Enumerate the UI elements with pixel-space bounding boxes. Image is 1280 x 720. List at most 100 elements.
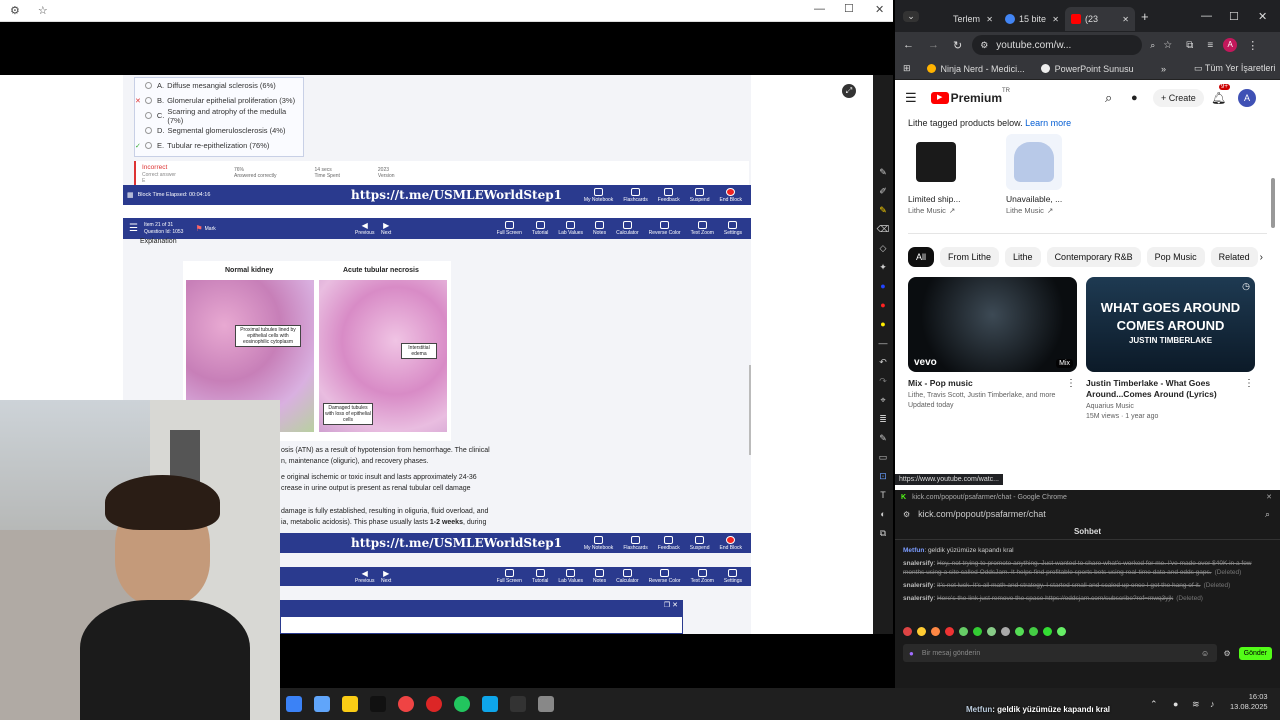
chat-username[interactable]: snalersify — [903, 582, 933, 589]
chips-next-icon[interactable]: › — [1259, 251, 1263, 263]
chat-username[interactable]: Metfun — [903, 547, 924, 554]
notifications-icon[interactable]: 🔔︎ — [1211, 91, 1226, 105]
line-icon[interactable]: — — [879, 338, 888, 357]
yt-scrollbar[interactable] — [1271, 178, 1275, 228]
settings-icon[interactable] — [314, 696, 330, 712]
reload-icon[interactable]: ↻ — [953, 39, 962, 52]
snip-icon[interactable] — [538, 696, 554, 712]
banner-button[interactable]: Flashcards — [623, 187, 648, 203]
nav-tool-button[interactable]: Tutorial — [532, 569, 548, 584]
video-title[interactable]: Mix - Pop music — [908, 378, 1078, 389]
prev-button[interactable]: ◀ Previous — [355, 221, 374, 236]
next-button-2[interactable]: ▶ Next — [381, 569, 391, 584]
color-blue-icon[interactable]: ● — [880, 281, 885, 300]
apps-icon[interactable]: ⊞ — [903, 63, 911, 74]
bookmark-star-icon[interactable]: ☆ — [1163, 40, 1172, 51]
color-red-icon[interactable]: ● — [880, 300, 885, 319]
explorer-icon[interactable] — [342, 696, 358, 712]
filter-chip[interactable]: From Lithe — [940, 247, 1000, 267]
browser-tab[interactable]: (23 ✕ — [1065, 7, 1135, 31]
nav-tool-button[interactable]: Lab Values — [558, 569, 583, 584]
ruler-icon[interactable]: ▭ — [879, 452, 888, 471]
win-max-icon[interactable]: ☐ — [1229, 10, 1239, 23]
yt-menu-icon[interactable]: ☰ — [905, 90, 917, 106]
emote-icon[interactable] — [1057, 626, 1066, 636]
scrollbar[interactable] — [749, 365, 751, 455]
clock-icon[interactable]: ◷ — [1242, 281, 1250, 292]
nav-tool-button[interactable]: Calculator — [616, 569, 639, 584]
mask-icon[interactable]: ◐ — [880, 509, 885, 528]
clock[interactable]: 16:03 13.08.2025 — [1230, 692, 1268, 712]
popup-close-icon[interactable]: ✕ — [672, 602, 678, 609]
tab-close-icon[interactable]: ✕ — [1052, 15, 1059, 24]
app-blue-icon[interactable] — [482, 696, 498, 712]
filter-chip[interactable]: All — [908, 247, 935, 267]
tray-chevron-icon[interactable]: ⌃ — [1150, 699, 1158, 710]
browser-tab[interactable]: 15 bite ✕ — [999, 7, 1065, 31]
chat-input[interactable]: ● Bir mesaj gönderin ☺ — [903, 644, 1218, 662]
start-icon[interactable] — [286, 696, 302, 712]
maximize-icon[interactable]: ☐ — [844, 2, 854, 15]
obs-icon[interactable] — [510, 696, 526, 712]
media-icon[interactable]: ≡ — [1207, 40, 1213, 51]
nav-tool-button[interactable]: Text Zoom — [691, 569, 714, 584]
banner-button[interactable]: Suspend — [690, 535, 709, 551]
emote-icon[interactable] — [1015, 626, 1024, 636]
chrome-menu-icon[interactable]: ⋮ — [1247, 39, 1258, 52]
video-card[interactable]: vevo Mix Mix - Pop music Lithe, Travis Scot… — [908, 277, 1078, 409]
brush-icon[interactable]: ✎ — [879, 433, 887, 452]
create-button[interactable]: + Create — [1153, 89, 1204, 107]
radio-icon[interactable] — [145, 82, 152, 89]
yt-search-icon[interactable]: ⌕ — [1105, 90, 1112, 106]
star-icon[interactable]: ☆ — [38, 4, 48, 17]
nav-tool-button[interactable]: Full Screen — [497, 569, 522, 584]
chat-settings-icon[interactable]: ⚙ — [1223, 649, 1230, 658]
nav-tool-button[interactable]: Tutorial — [532, 221, 548, 236]
chat-username[interactable]: snalersify — [903, 560, 933, 567]
flag-icon[interactable]: ⚑ — [195, 224, 202, 233]
nav-tool-button[interactable]: Reverse Color — [649, 569, 681, 584]
answer-option[interactable]: D. Segmental glomerulosclerosis (4%) — [135, 123, 303, 138]
emote-icon[interactable] — [917, 626, 926, 636]
layers-icon[interactable]: ≣ — [879, 414, 887, 433]
emote-icon[interactable] — [1029, 626, 1038, 636]
kick-zoom-icon[interactable]: ⌕ — [1265, 509, 1270, 520]
banner-button[interactable]: End Block — [719, 187, 742, 203]
profile-avatar[interactable]: A — [1223, 38, 1238, 52]
back-icon[interactable]: ← — [903, 39, 914, 51]
video-menu-icon[interactable]: ⋮ — [1066, 378, 1076, 389]
nav-tool-button[interactable]: Settings — [724, 221, 742, 236]
nav-tool-button[interactable]: Calculator — [616, 221, 639, 236]
emote-icon[interactable] — [1043, 626, 1052, 636]
select-icon[interactable]: ⌖ — [880, 395, 885, 414]
banner-button[interactable]: Feedback — [658, 535, 680, 551]
emote-icon[interactable] — [959, 626, 968, 636]
new-tab-icon[interactable]: + — [1141, 9, 1149, 24]
nav-tool-button[interactable]: Notes — [593, 569, 606, 584]
nav-tool-button[interactable]: Notes — [593, 221, 606, 236]
capcut-icon[interactable] — [370, 696, 386, 712]
answer-option[interactable]: A. Diffuse mesangial sclerosis (6%) — [135, 78, 303, 93]
emote-icon[interactable] — [945, 626, 954, 636]
wifi-icon[interactable]: ≋ — [1192, 699, 1200, 710]
redo-icon[interactable]: ↷ — [879, 376, 887, 395]
chrome-icon[interactable] — [398, 696, 414, 712]
address-bar[interactable]: ⚙ youtube.com/w... — [972, 35, 1143, 55]
banner-button[interactable]: Suspend — [690, 187, 709, 203]
yt-avatar[interactable]: A — [1238, 89, 1256, 107]
emote-icon[interactable] — [903, 626, 912, 636]
emoji-icon[interactable]: ☺ — [1201, 649, 1209, 658]
banner-button[interactable]: Feedback — [658, 187, 680, 203]
video-menu-icon[interactable]: ⋮ — [1244, 378, 1254, 389]
more-bookmarks-icon[interactable]: » — [1161, 64, 1166, 74]
eraser-icon[interactable]: ⌫ — [877, 224, 890, 243]
volume-icon[interactable]: ♪ — [1210, 699, 1215, 709]
filter-chip[interactable]: Pop Music — [1146, 247, 1205, 267]
extensions-icon[interactable]: ⧉ — [1186, 40, 1193, 51]
filter-chip[interactable]: Lithe — [1005, 247, 1041, 267]
learn-more-link[interactable]: Learn more — [1025, 118, 1071, 128]
next-button[interactable]: ▶ Next — [381, 221, 391, 236]
nav-tool-button[interactable]: Lab Values — [558, 221, 583, 236]
filter-chip[interactable]: Contemporary R&B — [1046, 247, 1141, 267]
marker-icon[interactable]: ✎ — [879, 205, 887, 224]
